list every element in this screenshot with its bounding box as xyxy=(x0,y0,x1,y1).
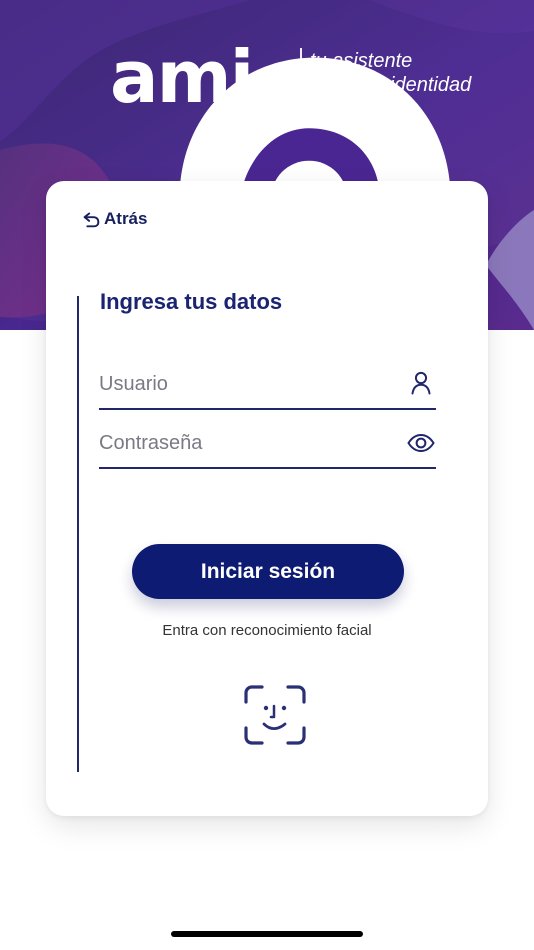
brand-tagline: tu asistente móvil de identidad xyxy=(310,49,500,97)
brand-tagline-line1: tu asistente xyxy=(310,50,413,72)
username-field xyxy=(99,364,436,410)
back-button[interactable]: Atrás xyxy=(80,207,147,231)
face-id-icon[interactable] xyxy=(240,684,310,746)
password-field xyxy=(99,423,436,469)
brand-wordmark: ami xyxy=(110,35,254,119)
brand-tagline-line2: móvil de identidad xyxy=(310,74,472,96)
login-card: Atrás Ingresa tus datos Iniciar sesión E… xyxy=(46,181,488,816)
username-input[interactable] xyxy=(99,364,391,404)
page-title: Ingresa tus datos xyxy=(100,289,283,314)
left-accent-rule xyxy=(77,296,79,772)
home-indicator xyxy=(171,931,363,937)
back-label: Atrás xyxy=(104,209,148,228)
face-login-text: Entra con reconocimiento facial xyxy=(162,622,372,639)
back-arrow-icon xyxy=(83,212,100,228)
password-input[interactable] xyxy=(99,423,391,463)
login-button[interactable]: Iniciar sesión xyxy=(132,544,404,599)
brand-block: ami tu asistente móvil de identidad xyxy=(48,34,500,330)
eye-icon[interactable] xyxy=(406,428,436,458)
user-icon xyxy=(406,369,436,399)
brand-divider xyxy=(300,48,302,106)
